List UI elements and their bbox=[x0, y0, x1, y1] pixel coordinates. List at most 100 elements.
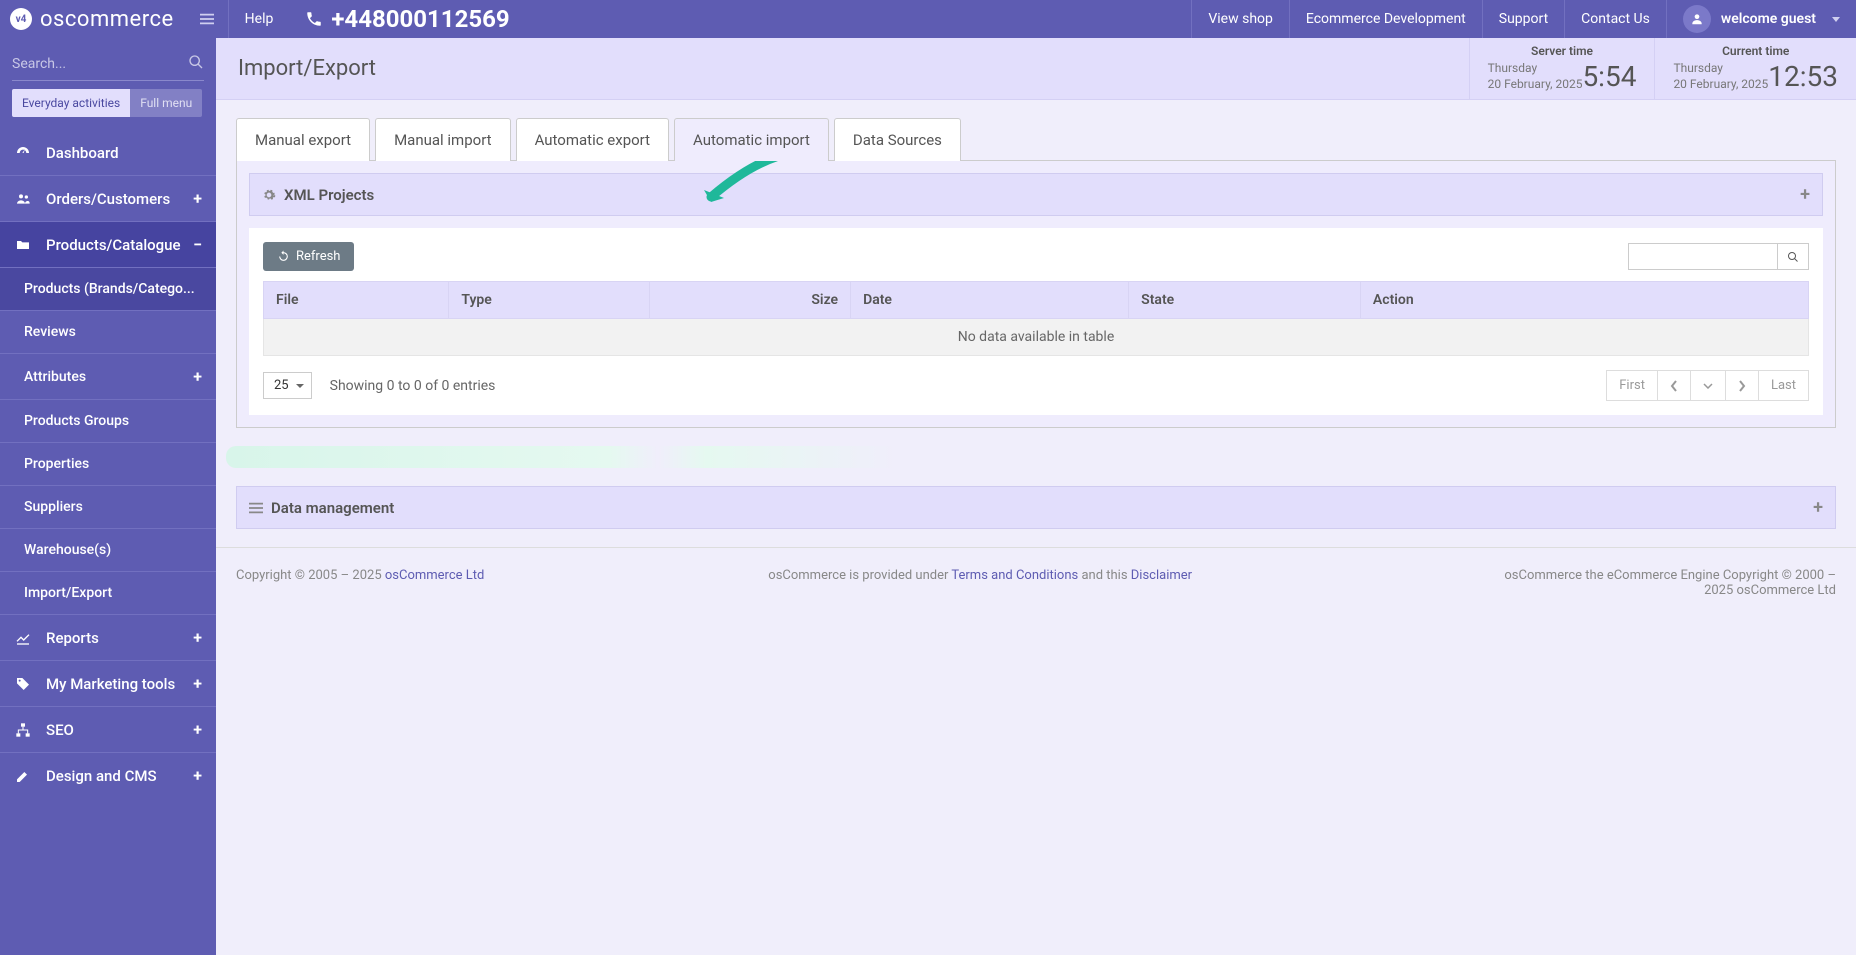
sidebar-item-attributes[interactable]: Attributes+ bbox=[0, 353, 216, 399]
expand-icon[interactable]: + bbox=[193, 674, 202, 693]
tab-automatic-import[interactable]: Automatic import bbox=[674, 118, 829, 161]
sidebar-item-seo[interactable]: SEO + bbox=[0, 706, 216, 752]
col-state[interactable]: State bbox=[1129, 282, 1361, 319]
tab-manual-export[interactable]: Manual export bbox=[236, 118, 370, 161]
table-empty-message: No data available in table bbox=[264, 319, 1809, 356]
sidebar-item-reviews[interactable]: Reviews bbox=[0, 310, 216, 353]
tab-panel: XML Projects + Refresh bbox=[236, 160, 1836, 428]
help-link[interactable]: Help bbox=[228, 0, 290, 38]
footer: Copyright © 2005 – 2025 osCommerce Ltd o… bbox=[216, 547, 1856, 618]
sidebar-item-marketing[interactable]: My Marketing tools + bbox=[0, 660, 216, 706]
search-icon bbox=[1787, 251, 1799, 263]
current-time-value: 12:53 bbox=[1768, 60, 1838, 93]
contact-link[interactable]: Contact Us bbox=[1564, 0, 1666, 38]
current-time-block: Current time Thursday 20 February, 2025 … bbox=[1654, 38, 1856, 99]
current-time-day: Thursday bbox=[1673, 61, 1768, 77]
welcome-text: welcome guest bbox=[1721, 11, 1816, 27]
table-search-input[interactable] bbox=[1628, 243, 1778, 270]
dashboard-icon bbox=[14, 145, 32, 161]
expand-button[interactable]: + bbox=[1813, 497, 1823, 518]
chevron-left-icon bbox=[1670, 380, 1678, 392]
col-type[interactable]: Type bbox=[449, 282, 650, 319]
col-file[interactable]: File bbox=[264, 282, 449, 319]
sidebar-item-label: Import/Export bbox=[24, 585, 202, 601]
expand-icon[interactable]: + bbox=[193, 628, 202, 647]
tab-data-sources[interactable]: Data Sources bbox=[834, 118, 961, 161]
xml-projects-header[interactable]: XML Projects + bbox=[249, 173, 1823, 216]
user-menu[interactable]: welcome guest bbox=[1666, 0, 1856, 38]
sidebar-item-suppliers[interactable]: Suppliers bbox=[0, 485, 216, 528]
tab-manual-import[interactable]: Manual import bbox=[375, 118, 510, 161]
sidebar-item-product-groups[interactable]: Products Groups bbox=[0, 399, 216, 442]
oscommerce-link[interactable]: osCommerce Ltd bbox=[385, 568, 485, 583]
sidebar-item-label: Products (Brands/Catego... bbox=[24, 281, 202, 297]
sidebar-item-properties[interactable]: Properties bbox=[0, 442, 216, 485]
data-management-header[interactable]: Data management + bbox=[236, 486, 1836, 529]
expand-icon[interactable]: + bbox=[193, 720, 202, 739]
expand-icon[interactable]: + bbox=[193, 766, 202, 785]
main-content: Import/Export Server time Thursday 20 Fe… bbox=[216, 38, 1856, 955]
sidebar-item-products[interactable]: Products/Catalogue − bbox=[0, 221, 216, 267]
sidebar-search[interactable] bbox=[12, 50, 204, 81]
server-time-block: Server time Thursday 20 February, 2025 5… bbox=[1469, 38, 1655, 99]
col-action[interactable]: Action bbox=[1360, 282, 1808, 319]
top-right-nav: View shop Ecommerce Development Support … bbox=[1191, 0, 1856, 38]
server-time-value: 5:54 bbox=[1582, 60, 1636, 93]
collapse-icon[interactable]: − bbox=[193, 235, 202, 254]
chevron-down-icon bbox=[1832, 17, 1840, 22]
view-shop-link[interactable]: View shop bbox=[1191, 0, 1289, 38]
sidebar-item-label: Warehouse(s) bbox=[24, 542, 202, 558]
tab-automatic-export[interactable]: Automatic export bbox=[516, 118, 669, 161]
phone-number: +448000112569 bbox=[331, 5, 509, 33]
search-input[interactable] bbox=[12, 50, 204, 80]
sidebar-item-label: My Marketing tools bbox=[46, 675, 193, 693]
table-search-button[interactable] bbox=[1778, 243, 1809, 270]
server-time-date: 20 February, 2025 bbox=[1488, 77, 1583, 93]
bars-icon bbox=[249, 501, 263, 515]
top-bar: v4 oscommerce Help +448000112569 View sh… bbox=[0, 0, 1856, 38]
gear-icon bbox=[262, 188, 276, 202]
sidebar-item-reports[interactable]: Reports + bbox=[0, 614, 216, 660]
chevron-right-icon bbox=[1738, 380, 1746, 392]
col-date[interactable]: Date bbox=[851, 282, 1129, 319]
terms-link[interactable]: Terms and Conditions bbox=[951, 568, 1078, 583]
pager-page-select[interactable] bbox=[1690, 370, 1726, 401]
sidebar-item-label: Orders/Customers bbox=[46, 190, 193, 208]
pager-first[interactable]: First bbox=[1606, 370, 1658, 401]
logo[interactable]: v4 oscommerce bbox=[0, 7, 186, 32]
disclaimer-link[interactable]: Disclaimer bbox=[1131, 568, 1192, 583]
col-size[interactable]: Size bbox=[650, 282, 851, 319]
pager-prev[interactable] bbox=[1657, 370, 1691, 401]
phone-icon bbox=[305, 10, 323, 28]
sidebar-item-label: Products Groups bbox=[24, 413, 202, 429]
menu-toggle-button[interactable] bbox=[186, 12, 228, 26]
sidebar-item-design[interactable]: Design and CMS + bbox=[0, 752, 216, 798]
refresh-button[interactable]: Refresh bbox=[263, 242, 354, 271]
sidebar-item-label: Reports bbox=[46, 629, 193, 647]
sidebar-item-label: Properties bbox=[24, 456, 202, 472]
page-size-select[interactable]: 25 bbox=[263, 372, 312, 399]
support-link[interactable]: Support bbox=[1482, 0, 1564, 38]
phone-block: +448000112569 bbox=[289, 5, 525, 33]
sidebar-item-products-brands[interactable]: Products (Brands/Catego... bbox=[0, 267, 216, 310]
chevron-down-icon bbox=[1703, 383, 1713, 389]
footer-mid-a: osCommerce is provided under bbox=[768, 568, 951, 583]
server-time-day: Thursday bbox=[1488, 61, 1583, 77]
sidebar-item-dashboard[interactable]: Dashboard bbox=[0, 131, 216, 175]
folder-icon bbox=[14, 237, 32, 253]
expand-icon[interactable]: + bbox=[193, 367, 202, 386]
sidebar-item-warehouses[interactable]: Warehouse(s) bbox=[0, 528, 216, 571]
pager-last[interactable]: Last bbox=[1758, 370, 1809, 401]
full-menu-button[interactable]: Full menu bbox=[130, 89, 202, 117]
sidebar-item-orders[interactable]: Orders/Customers + bbox=[0, 175, 216, 221]
everyday-activities-button[interactable]: Everyday activities bbox=[12, 89, 130, 117]
expand-icon[interactable]: + bbox=[193, 189, 202, 208]
chart-icon bbox=[14, 630, 32, 646]
search-icon[interactable] bbox=[188, 54, 204, 70]
pager-next[interactable] bbox=[1725, 370, 1759, 401]
sitemap-icon bbox=[14, 722, 32, 738]
xml-projects-table-card: Refresh File Typ bbox=[249, 228, 1823, 415]
sidebar-item-import-export[interactable]: Import/Export bbox=[0, 571, 216, 614]
ecommerce-dev-link[interactable]: Ecommerce Development bbox=[1289, 0, 1482, 38]
add-project-button[interactable]: + bbox=[1800, 184, 1810, 205]
